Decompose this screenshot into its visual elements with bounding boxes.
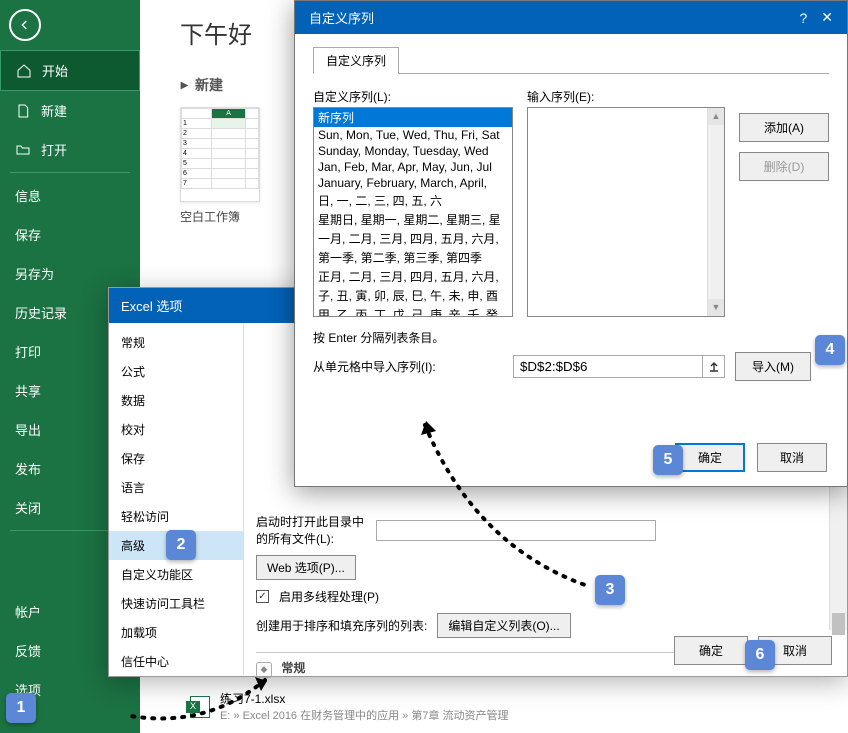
list-entries-label: 输入序列(E): bbox=[527, 88, 725, 105]
list-item[interactable]: 日, 一, 二, 三, 四, 五, 六 bbox=[314, 191, 512, 210]
scroll-up-icon[interactable]: ▲ bbox=[708, 108, 724, 125]
sidebar-new-label: 新建 bbox=[41, 101, 67, 120]
web-options-button[interactable]: Web 选项(P)... bbox=[256, 555, 356, 580]
list-item[interactable]: 第一季, 第二季, 第三季, 第四季 bbox=[314, 248, 512, 267]
import-button[interactable]: 导入(M) bbox=[735, 352, 811, 381]
list-item[interactable]: 星期日, 星期一, 星期二, 星期三, 星 bbox=[314, 210, 512, 229]
press-enter-instruction: 按 Enter 分隔列表条目。 bbox=[313, 329, 829, 346]
options-cat-trust[interactable]: 信任中心 bbox=[109, 647, 243, 675]
excel-file-icon bbox=[190, 696, 210, 718]
sidebar-open-label: 打开 bbox=[41, 140, 67, 159]
new-file-icon bbox=[15, 103, 31, 119]
dialog-help-icon[interactable]: ? bbox=[799, 10, 807, 26]
callout-3: 3 bbox=[595, 575, 625, 605]
callout-5: 5 bbox=[653, 445, 683, 475]
custom-lists-label: 自定义序列(L): bbox=[313, 88, 513, 105]
sidebar-info[interactable]: 信息 bbox=[0, 176, 140, 215]
back-arrow-icon bbox=[9, 9, 41, 41]
multithread-checkbox[interactable]: ✓ bbox=[256, 590, 269, 603]
custom-lists-tab[interactable]: 自定义序列 bbox=[313, 47, 399, 74]
callout-2: 2 bbox=[166, 530, 196, 560]
callout-4: 4 bbox=[815, 335, 845, 365]
entries-scrollbar[interactable]: ▲ ▼ bbox=[707, 108, 724, 316]
sidebar-start[interactable]: 开始 bbox=[0, 50, 140, 91]
custom-dialog-title: 自定义序列 bbox=[309, 8, 374, 27]
startup-dir-label: 启动时打开此目录中的所有文件(L): bbox=[256, 513, 366, 547]
options-cat-qat[interactable]: 快速访问工具栏 bbox=[109, 589, 243, 618]
edit-custom-lists-button[interactable]: 编辑自定义列表(O)... bbox=[437, 613, 570, 638]
options-cat-addins[interactable]: 加载项 bbox=[109, 618, 243, 647]
open-folder-icon bbox=[15, 142, 31, 158]
add-button[interactable]: 添加(A) bbox=[739, 113, 829, 142]
custom-lists-dialog: 自定义序列 ? ✕ 自定义序列 自定义序列(L): 新序列 Sun, Mon, … bbox=[294, 0, 848, 487]
options-cat-easeaccess[interactable]: 轻松访问 bbox=[109, 502, 243, 531]
list-item[interactable]: January, February, March, April, bbox=[314, 175, 512, 191]
import-range-input[interactable] bbox=[513, 355, 703, 378]
custom-dialog-titlebar: 自定义序列 ? ✕ bbox=[295, 1, 847, 34]
sidebar-start-label: 开始 bbox=[42, 61, 68, 80]
options-cat-data[interactable]: 数据 bbox=[109, 386, 243, 415]
custom-lists-listbox[interactable]: 新序列 Sun, Mon, Tue, Wed, Thu, Fri, Sat Su… bbox=[313, 107, 513, 317]
list-item[interactable]: Sunday, Monday, Tuesday, Wed bbox=[314, 143, 512, 159]
callout-1: 1 bbox=[6, 693, 36, 723]
options-ok-button[interactable]: 确定 bbox=[674, 636, 748, 665]
list-entries-textarea[interactable]: ▲ ▼ bbox=[527, 107, 725, 317]
list-item[interactable]: 一月, 二月, 三月, 四月, 五月, 六月, bbox=[314, 229, 512, 248]
callout-6: 6 bbox=[745, 640, 775, 670]
recent-file-item[interactable]: 练习7-1.xlsx E: » Excel 2016 在财务管理中的应用 » 第… bbox=[190, 690, 509, 723]
back-button[interactable] bbox=[0, 0, 50, 50]
list-item[interactable]: 新序列 bbox=[314, 108, 512, 127]
options-cat-save[interactable]: 保存 bbox=[109, 444, 243, 473]
scroll-down-icon[interactable]: ▼ bbox=[708, 299, 724, 316]
multithread-label: 启用多线程处理(P) bbox=[279, 588, 379, 605]
chevron-down-icon: ▾ bbox=[175, 81, 192, 88]
options-cat-general[interactable]: 常规 bbox=[109, 328, 243, 357]
custom-ok-button[interactable]: 确定 bbox=[675, 443, 745, 472]
sidebar-new[interactable]: 新建 bbox=[0, 91, 140, 130]
options-cat-proofing[interactable]: 校对 bbox=[109, 415, 243, 444]
list-item[interactable]: Jan, Feb, Mar, Apr, May, Jun, Jul bbox=[314, 159, 512, 175]
list-item[interactable]: 正月, 二月, 三月, 四月, 五月, 六月, bbox=[314, 267, 512, 286]
section-icon: ◆ bbox=[256, 662, 272, 678]
dialog-close-icon[interactable]: ✕ bbox=[821, 9, 833, 26]
options-cat-language[interactable]: 语言 bbox=[109, 473, 243, 502]
sidebar-open[interactable]: 打开 bbox=[0, 130, 140, 169]
home-icon bbox=[16, 63, 32, 79]
custom-cancel-button[interactable]: 取消 bbox=[757, 443, 827, 472]
delete-button[interactable]: 删除(D) bbox=[739, 152, 829, 181]
range-picker-icon[interactable] bbox=[703, 355, 725, 378]
options-cat-formulas[interactable]: 公式 bbox=[109, 357, 243, 386]
blank-workbook-thumb[interactable]: A 1234567 bbox=[180, 107, 260, 202]
recent-file-path: E: » Excel 2016 在财务管理中的应用 » 第7章 流动资产管理 bbox=[220, 707, 509, 723]
list-item[interactable]: 甲, 乙, 丙, 丁, 戊, 己, 庚, 辛, 壬, 癸 bbox=[314, 305, 512, 317]
customlist-label: 创建用于排序和填充序列的列表: bbox=[256, 617, 427, 634]
list-item[interactable]: 子, 丑, 寅, 卯, 辰, 巳, 午, 未, 申, 酉 bbox=[314, 286, 512, 305]
startup-dir-input[interactable] bbox=[376, 520, 656, 541]
list-item[interactable]: Sun, Mon, Tue, Wed, Thu, Fri, Sat bbox=[314, 127, 512, 143]
options-category-list: 常规 公式 数据 校对 保存 语言 轻松访问 高级 自定义功能区 快速访问工具栏… bbox=[109, 323, 244, 675]
import-from-cells-label: 从单元格中导入序列(I): bbox=[313, 358, 503, 375]
recent-file-name: 练习7-1.xlsx bbox=[220, 690, 509, 707]
options-cat-customribbon[interactable]: 自定义功能区 bbox=[109, 560, 243, 589]
section-general-hdr: 常规 bbox=[281, 661, 305, 675]
sidebar-save[interactable]: 保存 bbox=[0, 215, 140, 254]
